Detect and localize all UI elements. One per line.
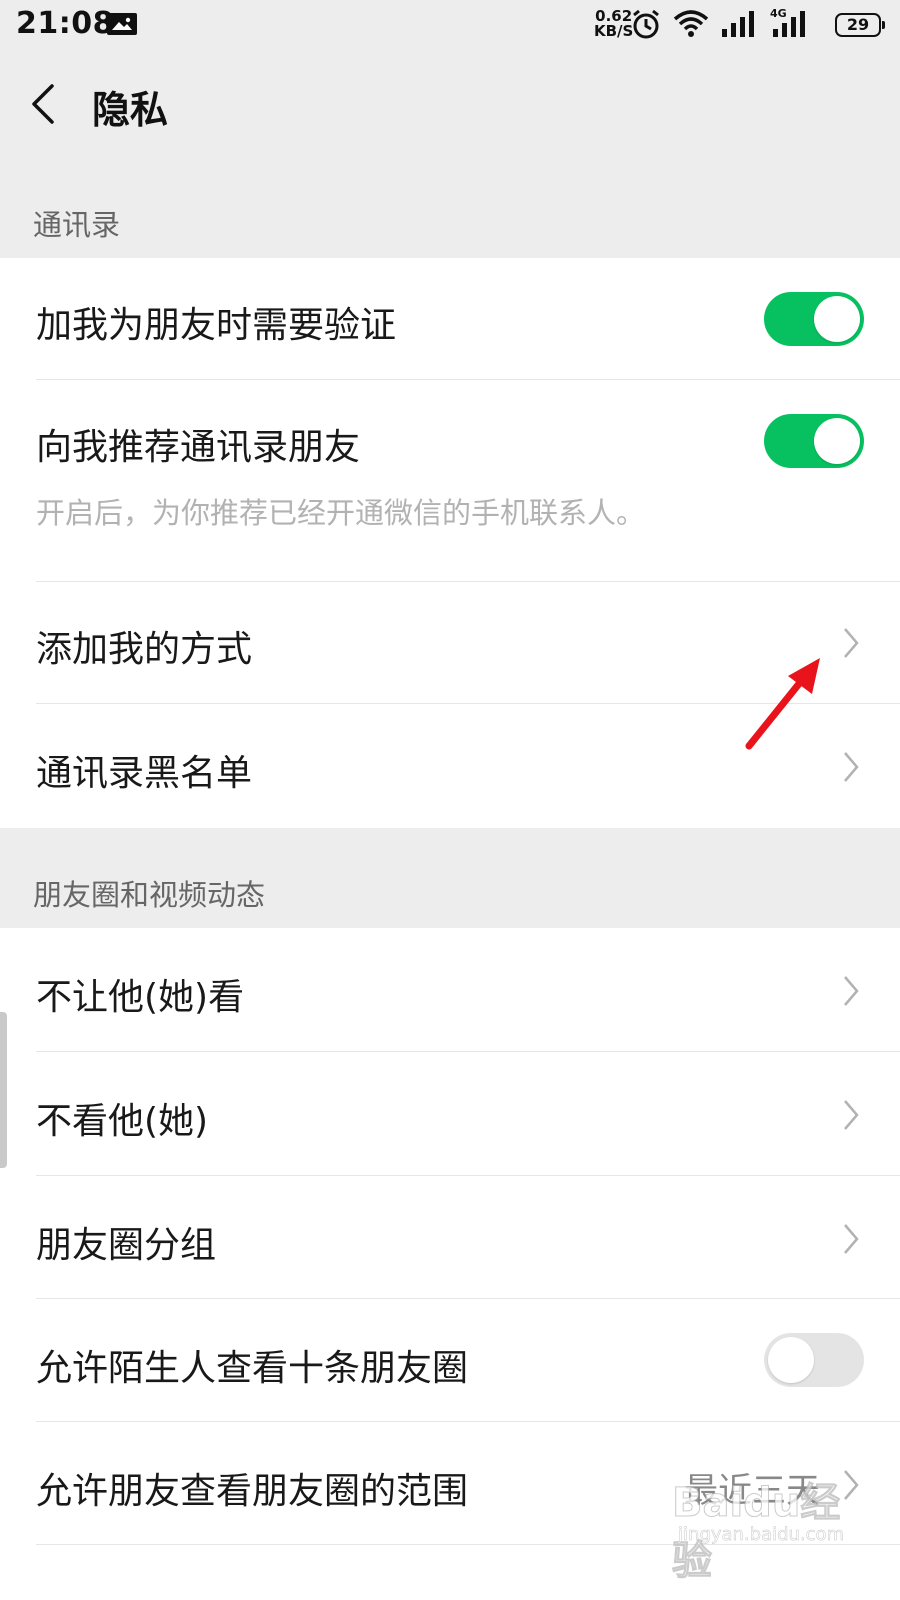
chevron-right-icon	[844, 1100, 859, 1130]
navigation-bar: 隐私	[0, 50, 900, 159]
row-label: 加我为朋友时需要验证	[36, 305, 397, 346]
signal-icon	[722, 11, 754, 37]
baidu-watermark: Baidu经验 jingyan.baidu.com	[672, 1470, 872, 1585]
toggle-knob	[814, 418, 860, 464]
row-moments-groups[interactable]: 朋友圈分组	[0, 1176, 900, 1299]
battery-level: 29	[846, 15, 870, 34]
row-label: 允许朋友查看朋友圈的范围	[36, 1471, 469, 1512]
row-recommend-contacts[interactable]: 向我推荐通讯录朋友 开启后，为你推荐已经开通微信的手机联系人。	[0, 380, 900, 582]
row-label: 不看他(她)	[36, 1101, 209, 1142]
row-label: 朋友圈分组	[36, 1225, 217, 1266]
row-label: 通讯录黑名单	[36, 753, 253, 794]
network-speed-unit: KB/S	[594, 22, 634, 40]
chevron-right-icon	[844, 752, 859, 782]
back-button[interactable]	[22, 76, 72, 132]
chevron-right-icon	[844, 628, 859, 658]
message-icon	[107, 13, 137, 35]
row-dont-see-moments[interactable]: 不看他(她)	[0, 1052, 900, 1176]
row-label: 不让他(她)看	[36, 977, 245, 1018]
friend-verification-toggle[interactable]	[764, 292, 864, 346]
edge-handle[interactable]	[0, 1012, 7, 1168]
chevron-right-icon	[844, 1224, 859, 1254]
row-friend-verification[interactable]: 加我为朋友时需要验证	[0, 258, 900, 380]
signal-4g-icon: 4G	[770, 7, 810, 41]
chevron-left-icon	[32, 84, 54, 124]
chevron-right-icon	[844, 976, 859, 1006]
section-header-contacts: 通讯录	[0, 158, 900, 258]
row-hide-moments-from[interactable]: 不让他(她)看	[0, 928, 900, 1052]
status-bar: 21:08 0.62 KB/S 4G 29	[0, 0, 900, 50]
row-description: 开启后，为你推荐已经开通微信的手机联系人。	[36, 496, 646, 530]
toggle-knob	[768, 1337, 814, 1383]
battery-icon: 29	[835, 13, 885, 37]
section-header-label: 朋友圈和视频动态	[33, 878, 266, 912]
annotation-arrow	[745, 658, 820, 750]
row-label: 向我推荐通讯录朋友	[36, 427, 361, 468]
row-strangers-view-ten[interactable]: 允许陌生人查看十条朋友圈	[0, 1299, 900, 1422]
page-title: 隐私	[92, 88, 169, 132]
status-time: 21:08	[16, 6, 114, 41]
section-header-label: 通讯录	[33, 208, 121, 242]
strangers-view-toggle[interactable]	[764, 1333, 864, 1387]
recommend-contacts-toggle[interactable]	[764, 414, 864, 468]
row-label: 添加我的方式	[36, 629, 253, 670]
wifi-icon	[673, 10, 709, 37]
section-header-moments: 朋友圈和视频动态	[0, 828, 900, 928]
watermark-sub: jingyan.baidu.com	[678, 1524, 845, 1546]
alarm-icon	[633, 9, 659, 39]
row-label: 允许陌生人查看十条朋友圈	[36, 1348, 469, 1389]
toggle-knob	[814, 296, 860, 342]
network-speed: 0.62 KB/S	[594, 9, 633, 39]
